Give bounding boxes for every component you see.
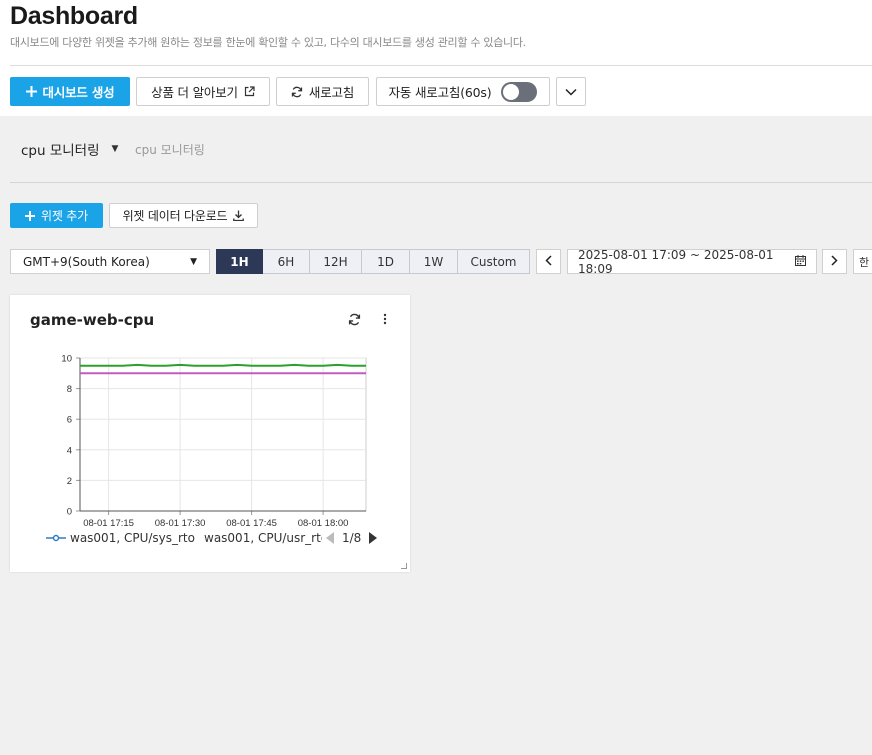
legend-marker-icon xyxy=(46,534,66,542)
range-12h-button[interactable]: 12H xyxy=(310,249,362,274)
learn-more-label: 상품 더 알아보기 xyxy=(151,85,238,100)
add-widget-button[interactable]: 위젯 추가 xyxy=(10,203,103,228)
legend-next-icon[interactable] xyxy=(369,532,378,544)
y-tick-label: 6 xyxy=(67,415,72,426)
plus-icon xyxy=(25,86,37,97)
y-tick-label: 0 xyxy=(67,507,72,518)
resize-handle-icon[interactable] xyxy=(401,563,407,569)
download-label: 위젯 데이터 다운로드 xyxy=(122,209,228,223)
chart-legend: was001, CPU/sys_rto was001, CPU/usr_rto xyxy=(46,530,322,546)
more-options-button[interactable] xyxy=(556,77,586,106)
refresh-icon xyxy=(291,86,303,98)
create-dashboard-label: 대시보드 생성 xyxy=(42,85,115,100)
auto-refresh-toggle-button[interactable]: 자동 새로고침(60s) xyxy=(376,77,550,106)
x-tick-label: 08-01 18:00 xyxy=(298,518,349,529)
apply-button-partial[interactable]: 한 xyxy=(853,249,872,274)
timezone-select[interactable]: GMT+9(South Korea) ▼ xyxy=(10,249,210,274)
range-6h-button[interactable]: 6H xyxy=(263,249,310,274)
external-link-icon xyxy=(244,86,255,97)
date-range-value: 2025-08-01 17:09 ~ 2025-08-01 18:09 xyxy=(578,247,774,276)
timezone-value: GMT+9(South Korea) xyxy=(23,254,150,269)
y-tick-label: 4 xyxy=(67,445,72,456)
refresh-button[interactable]: 새로고침 xyxy=(276,77,369,106)
chevron-down-icon xyxy=(565,88,577,96)
download-widget-data-button[interactable]: 위젯 데이터 다운로드 xyxy=(109,203,258,228)
plus-icon xyxy=(25,210,35,221)
dashboard-selector[interactable]: cpu 모니터링 ▼ xyxy=(21,139,118,159)
page-description: 대시보드에 다양한 위젯을 추가해 원하는 정보를 한눈에 확인할 수 있고, … xyxy=(10,36,526,49)
legend-item[interactable]: was001, CPU/usr_rto xyxy=(200,531,322,545)
section-divider xyxy=(10,182,872,183)
y-tick-label: 10 xyxy=(61,354,72,365)
x-tick-label: 08-01 17:30 xyxy=(155,518,206,529)
auto-refresh-label: 자동 새로고침(60s) xyxy=(388,85,492,100)
caret-down-icon: ▼ xyxy=(111,144,119,154)
date-range-picker[interactable]: 2025-08-01 17:09 ~ 2025-08-01 18:09 xyxy=(567,247,817,276)
x-tick-label: 08-01 17:45 xyxy=(226,518,277,529)
header-divider xyxy=(10,65,872,66)
legend-item[interactable]: was001, CPU/sys_rto xyxy=(46,531,196,545)
legend-prev-icon[interactable] xyxy=(326,532,334,544)
y-tick-label: 2 xyxy=(67,476,72,487)
create-dashboard-button[interactable]: 대시보드 생성 xyxy=(10,77,130,106)
range-custom-button[interactable]: Custom xyxy=(458,249,530,274)
dashboard-name: cpu 모니터링 xyxy=(21,143,100,159)
chevron-right-icon xyxy=(831,254,838,269)
range-1d-button[interactable]: 1D xyxy=(362,249,410,274)
toggle-knob xyxy=(503,83,520,100)
legend-label: was001, CPU/sys_rto xyxy=(70,531,195,545)
chevron-left-icon xyxy=(545,254,552,269)
learn-more-button[interactable]: 상품 더 알아보기 xyxy=(136,77,270,106)
next-range-button[interactable] xyxy=(822,249,847,274)
cpu-line-chart: 0 2 4 6 8 10 08-01 17:15 08-01 17:30 08-01 17:45… xyxy=(61,354,367,529)
caret-down-icon: ▼ xyxy=(190,256,197,267)
refresh-label: 새로고침 xyxy=(308,85,355,100)
time-range-group: 1H 6H 12H 1D 1W Custom xyxy=(216,249,530,274)
x-tick-label: 08-01 17:15 xyxy=(83,518,134,529)
legend-pager: 1/8 xyxy=(326,531,378,545)
download-icon xyxy=(233,210,245,221)
y-tick-label: 8 xyxy=(67,384,72,395)
range-1h-button[interactable]: 1H xyxy=(216,249,263,274)
previous-range-button[interactable] xyxy=(536,249,561,274)
dashboard-description: cpu 모니터링 xyxy=(135,143,205,157)
header-area: Dashboard 대시보드에 다양한 위젯을 추가해 원하는 정보를 한눈에 … xyxy=(0,0,872,116)
calendar-icon xyxy=(795,254,806,269)
widget-card: game-web-cpu 0 2 4 6 8 10 08-01 17:15 08-01 17:… xyxy=(10,295,410,572)
legend-label: was001, CPU/usr_rto xyxy=(204,531,322,545)
legend-page-indicator: 1/8 xyxy=(342,531,362,545)
page-title: Dashboard xyxy=(10,2,138,30)
range-1w-button[interactable]: 1W xyxy=(410,249,458,274)
add-widget-label: 위젯 추가 xyxy=(41,209,88,223)
auto-refresh-switch[interactable] xyxy=(501,81,538,102)
series-line xyxy=(80,363,366,367)
